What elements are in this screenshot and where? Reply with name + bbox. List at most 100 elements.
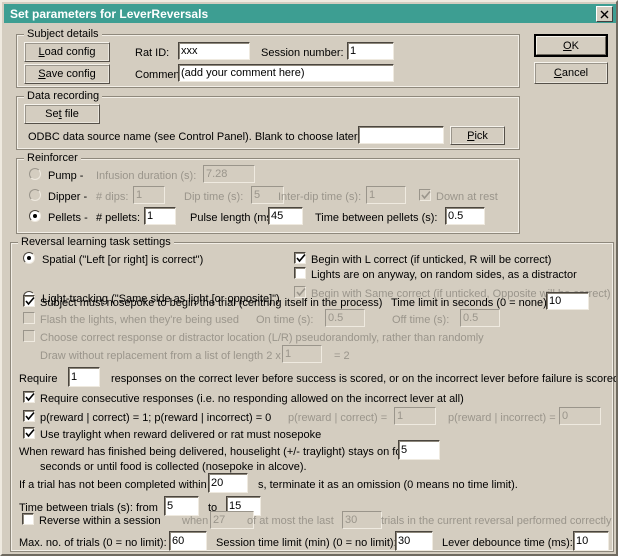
flash-lights-label: Flash the lights, when they're being use… — [40, 314, 239, 326]
pseudorandom-label: Choose correct response or distractor lo… — [40, 332, 484, 344]
interdip-time-label: Inter-dip time (s): — [278, 191, 362, 203]
time-limit-label: Time limit in seconds (0 = none): — [391, 297, 550, 309]
dips-input[interactable]: 1 — [133, 186, 165, 204]
load-config-button[interactable]: Load config — [24, 42, 110, 62]
check-glyph — [296, 253, 306, 263]
preward-shortcut-label: p(reward | correct) = 1; p(reward | inco… — [40, 412, 272, 424]
ok-button[interactable]: OK — [534, 34, 608, 57]
reinforcer-legend: Reinforcer — [24, 152, 81, 164]
houselight-line2-label: seconds or until food is collected (nose… — [40, 461, 307, 473]
reverse-of-label: of at most the last — [247, 515, 334, 527]
checkbox-traylight[interactable] — [23, 427, 35, 439]
dips-label: # dips: — [96, 191, 129, 203]
max-trials-input[interactable]: 60 — [169, 531, 207, 551]
nosepoke-begin-label: Subject must nosepoke to begin the trial… — [40, 297, 383, 309]
num-pellets-label: # pellets: — [96, 212, 141, 224]
radio-dipper[interactable] — [29, 189, 41, 201]
draw-without-replacement-label: Draw without replacement from a list of … — [40, 350, 281, 362]
time-between-pellets-input[interactable]: 0.5 — [445, 207, 485, 225]
check-glyph — [25, 428, 35, 438]
cancel-button[interactable]: Cancel — [534, 62, 608, 84]
require-suffix-label: responses on the correct lever before su… — [111, 373, 618, 385]
checkbox-flash-lights[interactable] — [23, 312, 35, 324]
num-pellets-input[interactable]: 1 — [144, 207, 176, 225]
pick-label: Pick — [467, 129, 488, 142]
require-input[interactable]: 1 — [68, 367, 100, 387]
odbc-input[interactable] — [358, 126, 444, 144]
ok-button-label: OK — [563, 39, 579, 52]
radio-dot — [27, 256, 31, 260]
checkbox-nosepoke-begin[interactable] — [23, 295, 35, 307]
time-between-pellets-label: Time between pellets (s): — [315, 212, 438, 224]
odbc-label: ODBC data source name (see Control Panel… — [28, 131, 361, 143]
cancel-button-label: Cancel — [553, 67, 589, 79]
off-time-label: Off time (s): — [392, 314, 450, 326]
reverse-when-label: when — [182, 515, 209, 527]
interdip-time-input[interactable]: 1 — [366, 186, 406, 204]
iti-label: Time between trials (s): from — [19, 502, 158, 514]
max-trials-label: Max. no. of trials (0 = no limit): — [19, 537, 167, 549]
require-prefix-label: Require — [19, 373, 58, 385]
radio-pump[interactable] — [29, 168, 41, 180]
checkbox-begin-l-correct[interactable] — [294, 252, 306, 264]
radio-dot — [33, 214, 37, 218]
check-glyph — [25, 296, 35, 306]
session-time-limit-input[interactable]: 30 — [395, 531, 433, 551]
session-time-limit-label: Session time limit (min) (0 = no limit): — [216, 537, 397, 549]
spatial-label: Spatial ("Left [or right] is correct") — [42, 254, 204, 266]
checkbox-down-at-rest[interactable] — [419, 189, 431, 201]
on-time-input[interactable]: 0.5 — [325, 309, 365, 327]
close-glyph — [600, 10, 609, 18]
pulse-length-input[interactable]: 45 — [268, 207, 303, 225]
data-recording-legend: Data recording — [24, 90, 103, 102]
parameters-dialog: Set parameters for LeverReversals OK Can… — [0, 0, 618, 556]
checkbox-lights-distractor[interactable] — [294, 267, 306, 279]
traylight-label: Use traylight when reward delivered or r… — [40, 429, 322, 441]
session-number-label: Session number: — [261, 47, 344, 59]
comment-input[interactable]: (add your comment here) — [178, 64, 394, 82]
infusion-duration-label: Infusion duration (s): — [96, 170, 197, 182]
radio-spatial[interactable] — [23, 252, 35, 264]
infusion-duration-input[interactable]: 7.28 — [203, 165, 255, 183]
down-at-rest-label: Down at rest — [436, 191, 498, 203]
draw-equals-label: = 2 — [334, 350, 350, 362]
radio-pellets[interactable] — [29, 210, 41, 222]
pick-button[interactable]: Pick — [450, 126, 505, 145]
rat-id-label: Rat ID: — [135, 47, 170, 59]
begin-l-correct-label: Begin with L correct (if unticked, R wil… — [311, 254, 552, 266]
reverse-of-input[interactable]: 30 — [342, 511, 382, 529]
subject-details-legend: Subject details — [24, 28, 102, 40]
checkbox-consecutive-responses[interactable] — [23, 391, 35, 403]
checkbox-pseudorandom[interactable] — [23, 330, 35, 342]
time-limit-input[interactable]: 10 — [546, 292, 589, 310]
check-glyph — [421, 190, 431, 200]
houselight-duration-input[interactable]: 5 — [398, 440, 440, 460]
lever-debounce-input[interactable]: 10 — [573, 531, 609, 551]
set-file-button[interactable]: Set file — [24, 104, 100, 124]
off-time-input[interactable]: 0.5 — [460, 309, 500, 327]
save-config-button[interactable]: Save config — [24, 64, 110, 84]
omission-timeout-input[interactable]: 20 — [208, 473, 248, 493]
lever-debounce-label: Lever debounce time (ms): — [442, 537, 573, 549]
check-glyph — [25, 392, 35, 402]
pulse-length-label: Pulse length (ms): — [190, 212, 279, 224]
rat-id-input[interactable]: xxx — [178, 42, 250, 60]
session-number-input[interactable]: 1 — [347, 42, 394, 60]
lights-distractor-label: Lights are on anyway, on random sides, a… — [311, 269, 577, 281]
title-bar: Set parameters for LeverReversals — [4, 4, 616, 23]
dip-time-label: Dip time (s): — [184, 191, 244, 203]
reverse-suffix-label: trials in the current reversal performed… — [381, 515, 612, 527]
iti-from-input[interactable]: 5 — [164, 496, 199, 516]
check-glyph — [25, 411, 35, 421]
task-settings-legend: Reversal learning task settings — [18, 236, 174, 248]
close-icon[interactable] — [596, 6, 613, 22]
preward-incorrect-label: p(reward | incorrect) = — [448, 412, 556, 424]
checkbox-preward-shortcut[interactable] — [23, 410, 35, 422]
checkbox-reverse-within-session[interactable] — [22, 513, 34, 525]
preward-incorrect-input[interactable]: 0 — [559, 407, 601, 425]
pellets-label: Pellets - — [48, 212, 88, 224]
preward-correct-input[interactable]: 1 — [394, 407, 436, 425]
draw-without-replacement-input[interactable]: 1 — [282, 345, 322, 363]
omission-prefix-label: If a trial has not been completed within — [19, 479, 207, 491]
consecutive-responses-label: Require consecutive responses (i.e. no r… — [40, 393, 464, 405]
